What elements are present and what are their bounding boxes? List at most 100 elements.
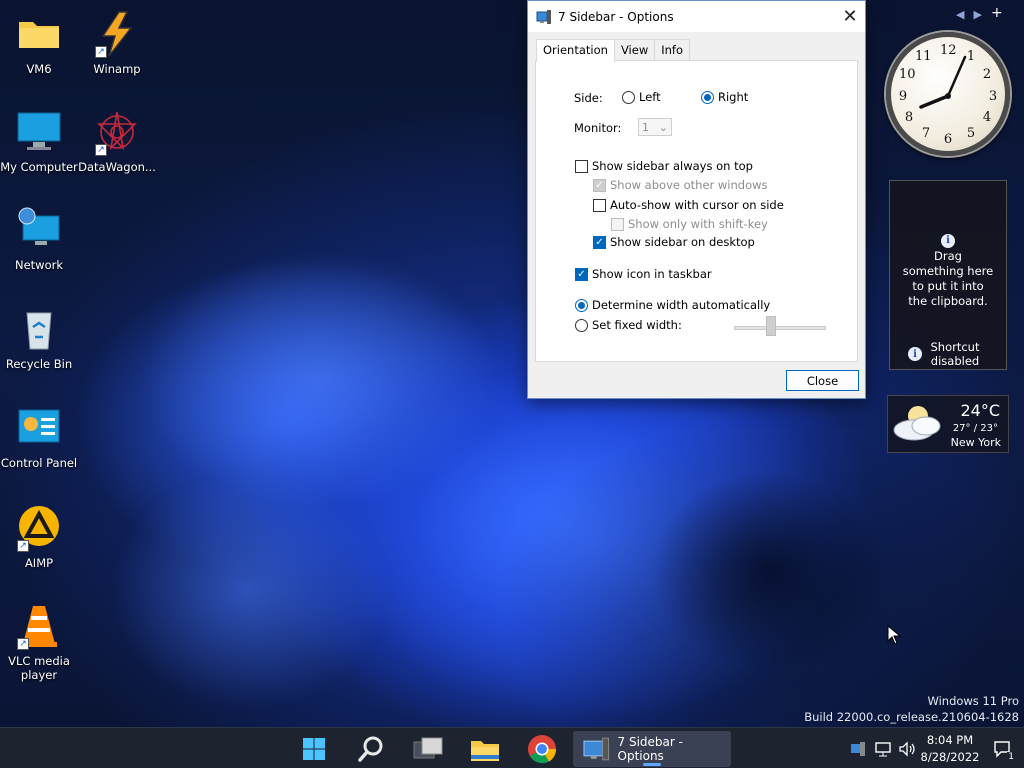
taskbar-icon-checkbox[interactable]: ✓	[575, 267, 588, 281]
dialog-title: 7 Sidebar - Options	[558, 9, 674, 24]
auto-show-checkbox[interactable]	[593, 198, 606, 212]
datawagon-icon: ↗	[93, 108, 141, 156]
auto-show-option[interactable]: Auto-show with cursor on side	[593, 198, 784, 212]
add-gadget-icon[interactable]: +	[991, 5, 1003, 21]
on-desktop-checkbox[interactable]: ✓	[593, 235, 606, 249]
file-explorer-icon	[471, 741, 499, 761]
side-left-label: Left	[639, 90, 661, 104]
clipboard-message: Drag something here to put it into the c…	[902, 248, 994, 308]
side-right-label: Right	[718, 90, 749, 104]
control-panel-icon	[15, 404, 63, 452]
shortcut-status: Shortcut disabled	[930, 340, 980, 368]
wallpaper-swirl	[140, 250, 500, 510]
mouse-cursor-icon	[887, 625, 901, 645]
monitor-value: 1	[642, 120, 649, 134]
close-button[interactable]: Close	[786, 370, 859, 391]
notification-center-button[interactable]: 1	[990, 731, 1016, 767]
always-on-top-label: Show sidebar always on top	[592, 159, 753, 173]
width-slider-thumb	[766, 316, 776, 336]
always-on-top-option[interactable]: Show sidebar always on top	[575, 159, 753, 173]
desktop-icon-vlc[interactable]: ↗ VLC media player	[0, 602, 78, 682]
weather-range: 27° / 23°	[952, 423, 998, 434]
desktop-icon-label: VLC media player	[8, 654, 70, 682]
above-other-label: Show above other windows	[610, 178, 768, 192]
dialog-tabs: Orientation View Info	[536, 39, 690, 62]
desktop-icon-recycle-bin[interactable]: Recycle Bin	[0, 305, 78, 371]
desktop-icon-label: VM6	[26, 62, 52, 76]
width-fixed-radio[interactable]	[575, 318, 588, 332]
side-left-option[interactable]: Left	[622, 90, 661, 104]
tray-sidebar-icon[interactable]	[848, 731, 868, 767]
network-tray-icon	[875, 742, 891, 757]
on-desktop-label: Show sidebar on desktop	[610, 235, 755, 249]
taskbar-time: 8:04 PM	[926, 733, 974, 747]
width-auto-radio[interactable]	[575, 298, 588, 312]
side-right-radio[interactable]	[701, 90, 714, 104]
search-button[interactable]	[352, 731, 390, 767]
tray-network-icon[interactable]	[872, 731, 894, 767]
start-button[interactable]	[295, 731, 333, 767]
desktop-icon-label: Recycle Bin	[5, 357, 73, 371]
on-desktop-option[interactable]: ✓ Show sidebar on desktop	[593, 235, 755, 249]
desktop-icon-control-panel[interactable]: Control Panel	[0, 404, 78, 470]
desktop-icon-my-computer[interactable]: My Computer	[0, 108, 78, 174]
options-dialog: 7 Sidebar - Options ✕ Orientation View I…	[527, 0, 866, 399]
above-other-checkbox: ✓	[593, 178, 606, 192]
weather-gadget[interactable]: 24°C 27° / 23° New York	[887, 395, 1009, 453]
tab-orientation[interactable]: Orientation	[536, 39, 615, 62]
file-explorer-button[interactable]	[466, 731, 504, 767]
width-auto-option[interactable]: Determine width automatically	[575, 298, 770, 312]
chrome-icon	[528, 735, 557, 764]
wallpaper-swirl	[110, 470, 390, 710]
previous-page-icon[interactable]: ◀	[956, 8, 964, 21]
tab-info[interactable]: Info	[654, 39, 690, 61]
wallpaper-swirl	[330, 360, 850, 720]
shortcut-arrow-icon: ↗	[17, 540, 29, 552]
info-icon: i	[941, 233, 955, 248]
winamp-icon: ↗	[93, 10, 141, 58]
orientation-panel: Side: Left Right Monitor: 1 ⌄ Show sideb…	[535, 60, 858, 362]
vlc-cone-icon: ↗	[15, 602, 63, 650]
taskbar-icon-option[interactable]: ✓ Show icon in taskbar	[575, 267, 712, 281]
sidebar-tray-icon	[851, 742, 865, 756]
shift-key-label: Show only with shift-key	[628, 217, 768, 231]
clock-gadget[interactable]: 12 1 2 3 4 5 6 7 8 9 10 11	[886, 32, 1010, 156]
desktop-icon-datawagon[interactable]: ↗ DataWagon...	[78, 108, 156, 174]
desktop-icon-vm6[interactable]: VM6	[0, 10, 78, 76]
side-left-radio[interactable]	[622, 90, 635, 104]
task-view-button[interactable]	[409, 731, 447, 767]
dialog-title-bar[interactable]: 7 Sidebar - Options ✕	[528, 1, 865, 32]
taskbar-item-7-sidebar-options[interactable]: 7 Sidebar - Options	[573, 731, 731, 767]
clipboard-gadget[interactable]: i Drag something here to put it into the…	[889, 180, 1007, 370]
weather-city: New York	[950, 436, 1001, 449]
cloudy-weather-icon	[893, 406, 941, 441]
side-label: Side:	[574, 91, 603, 105]
width-slider-track	[734, 326, 826, 330]
desktop-icon-label: Network	[14, 258, 64, 272]
taskbar-clock[interactable]: 8:04 PM 8/28/2022	[920, 732, 980, 766]
chevron-down-icon: ⌄	[658, 120, 668, 134]
task-view-icon	[413, 737, 443, 759]
sidebar-app-icon	[536, 9, 551, 24]
always-on-top-checkbox[interactable]	[575, 159, 588, 173]
close-icon[interactable]: ✕	[835, 2, 865, 32]
tab-view[interactable]: View	[613, 39, 656, 61]
desktop-icon-aimp[interactable]: ↗ AIMP	[0, 504, 78, 570]
shortcut-arrow-icon: ↗	[17, 638, 29, 650]
chrome-button[interactable]	[523, 731, 561, 767]
above-other-option: ✓ Show above other windows	[593, 178, 768, 192]
shortcut-arrow-icon: ↗	[95, 144, 107, 156]
desktop-icon-network[interactable]: Network	[0, 206, 78, 272]
side-right-option[interactable]: Right	[701, 90, 748, 104]
auto-show-label: Auto-show with cursor on side	[610, 198, 784, 212]
next-page-icon[interactable]: ▶	[973, 8, 981, 21]
width-fixed-option[interactable]: Set fixed width:	[575, 318, 682, 332]
recycle-bin-icon	[15, 305, 63, 353]
desktop-icon-label: Control Panel	[0, 456, 78, 470]
monitor-select[interactable]: 1 ⌄	[638, 118, 672, 136]
desktop-icon-winamp[interactable]: ↗ Winamp	[78, 10, 156, 76]
info-icon: i	[908, 347, 922, 361]
tray-volume-icon[interactable]	[897, 731, 917, 767]
taskbar-date: 8/28/2022	[920, 750, 980, 764]
clock-hands	[919, 55, 967, 109]
